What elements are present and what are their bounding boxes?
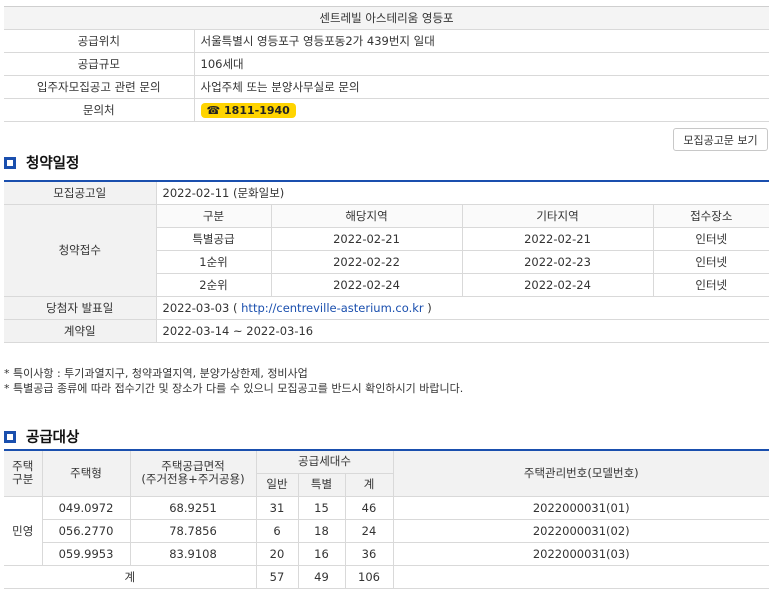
contact-value: ☎ 1811-1940 — [194, 98, 769, 122]
apply-cell: 2022-02-21 — [270, 226, 463, 251]
mgmt-number: 2022000031(03) — [392, 541, 769, 566]
info-value: 사업주체 또는 분양사무실로 문의 — [194, 75, 769, 99]
total-count: 36 — [344, 541, 394, 566]
special-count: 18 — [297, 518, 346, 543]
info-table: 센트레빌 아스테리움 영등포 공급위치 서울특별시 영등포구 영등포동2가 43… — [4, 6, 769, 122]
apply-cell: 2022-02-23 — [461, 249, 654, 274]
schedule-table: 모집공고일 2022-02-11 (문화일보) 청약접수 구분 해당지역 기타지… — [4, 180, 769, 343]
general-count: 31 — [255, 495, 299, 520]
info-row: 공급규모 106세대 — [4, 52, 769, 76]
apply-cell: 2022-02-21 — [461, 226, 654, 251]
homepage-link[interactable]: http://centreville-asterium.co.kr — [241, 301, 423, 315]
sum-special: 49 — [297, 564, 346, 589]
header-area: 주택공급면적 (주거전용+주거공용) — [129, 449, 257, 497]
contract-value: 2022-03-14 ~ 2022-03-16 — [156, 318, 769, 343]
model: 059.9953 — [41, 541, 131, 566]
total-count: 46 — [344, 495, 394, 520]
section-square-icon — [4, 156, 16, 169]
total-count: 24 — [344, 518, 394, 543]
supply-row: 056.2770 78.7856 6 18 24 2022000031(02) — [4, 518, 769, 543]
house-type: 민영 — [4, 495, 43, 566]
info-row: 공급위치 서울특별시 영등포구 영등포동2가 439번지 일대 — [4, 29, 769, 53]
complex-title: 센트레빌 아스테리움 영등포 — [4, 6, 769, 30]
supply-sum-row: 계 57 49 106 — [4, 564, 769, 589]
section-square-icon — [4, 430, 16, 443]
supply-row: 059.9953 83.9108 20 16 36 2022000031(03) — [4, 541, 769, 566]
special-count: 15 — [297, 495, 346, 520]
winner-value: 2022-03-03 ( http://centreville-asterium… — [156, 295, 769, 320]
special-count: 16 — [297, 541, 346, 566]
supply-section-title: 공급대상 — [4, 426, 79, 447]
info-label: 공급위치 — [4, 29, 195, 53]
info-row: 입주자모집공고 관련 문의 사업주체 또는 분양사무실로 문의 — [4, 75, 769, 99]
apply-header: 구분 — [155, 203, 272, 228]
notes: * 특이사항 : 투기과열지구, 청약과열지역, 분양가상한제, 정비사업 * … — [4, 366, 463, 396]
header-special: 특별 — [297, 472, 346, 497]
info-label: 공급규모 — [4, 52, 195, 76]
model: 049.0972 — [41, 495, 131, 520]
notice-view-button[interactable]: 모집공고문 보기 — [673, 128, 768, 151]
apply-cell: 1순위 — [155, 249, 272, 274]
info-value: 서울특별시 영등포구 영등포동2가 439번지 일대 — [194, 29, 769, 53]
apply-header: 해당지역 — [270, 203, 463, 228]
info-value: 106세대 — [194, 52, 769, 76]
area: 83.9108 — [129, 541, 257, 566]
winner-date: 2022-03-03 ( — [162, 300, 238, 315]
winner-close: ) — [427, 300, 432, 315]
schedule-section-title: 청약일정 — [4, 152, 79, 173]
header-model: 주택형 — [41, 449, 131, 497]
note-line: * 특별공급 종류에 따라 접수기간 및 장소가 다를 수 있으니 모집공고를 … — [4, 382, 464, 395]
contact-label: 문의처 — [4, 98, 195, 122]
sum-general: 57 — [255, 564, 299, 589]
info-label: 입주자모집공고 관련 문의 — [4, 75, 195, 99]
header-mgmt: 주택관리번호(모델번호) — [392, 449, 769, 497]
supply-row: 민영 049.0972 68.9251 31 15 46 2022000031(… — [4, 495, 769, 566]
apply-cell: 2순위 — [155, 272, 272, 297]
schedule-title-text: 청약일정 — [26, 156, 80, 172]
note-line: * 특이사항 : 투기과열지구, 청약과열지역, 분양가상한제, 정비사업 — [4, 367, 308, 380]
apply-cell: 인터넷 — [652, 226, 769, 251]
supply-table: 주택 구분 주택형 주택공급면적 (주거전용+주거공용) 공급세대수 주택관리번… — [4, 449, 769, 589]
sum-label: 계 — [4, 564, 257, 589]
mgmt-number: 2022000031(01) — [392, 495, 769, 520]
apply-header: 접수장소 — [652, 203, 769, 228]
area: 68.9251 — [129, 495, 257, 520]
supply-title-text: 공급대상 — [26, 430, 80, 446]
apply-cell: 특별공급 — [155, 226, 272, 251]
apply-header: 기타지역 — [461, 203, 654, 228]
phone-badge[interactable]: ☎ 1811-1940 — [200, 102, 296, 118]
sum-total: 106 — [344, 564, 394, 589]
apply-label: 청약접수 — [4, 203, 157, 297]
model: 056.2770 — [41, 518, 131, 543]
header-general: 일반 — [255, 472, 299, 497]
apply-cell: 2022-02-24 — [461, 272, 654, 297]
header-total: 계 — [344, 472, 394, 497]
announce-label: 모집공고일 — [4, 180, 157, 205]
apply-cell: 인터넷 — [652, 249, 769, 274]
apply-cell: 2022-02-22 — [270, 249, 463, 274]
header-units: 공급세대수 — [255, 449, 394, 474]
area: 78.7856 — [129, 518, 257, 543]
winner-label: 당첨자 발표일 — [4, 295, 157, 320]
header-house-type: 주택 구분 — [4, 449, 43, 497]
sum-mgmt-empty — [392, 564, 769, 589]
apply-cell: 2022-02-24 — [270, 272, 463, 297]
contract-label: 계약일 — [4, 318, 157, 343]
announce-value: 2022-02-11 (문화일보) — [156, 180, 769, 205]
general-count: 20 — [255, 541, 299, 566]
mgmt-number: 2022000031(02) — [392, 518, 769, 543]
general-count: 6 — [255, 518, 299, 543]
apply-cell: 인터넷 — [652, 272, 769, 297]
info-row: 문의처 ☎ 1811-1940 — [4, 98, 769, 122]
